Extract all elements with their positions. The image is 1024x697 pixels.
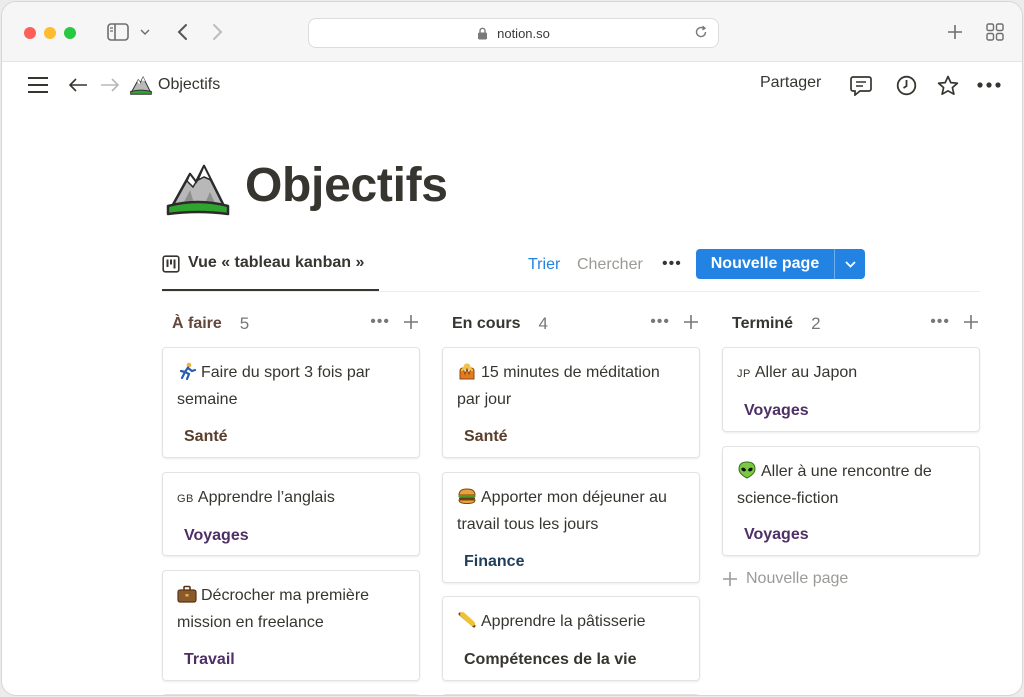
new-tab-icon[interactable] [944, 21, 966, 43]
column-count: 2 [811, 314, 821, 333]
card-title: JP Aller au Japon [737, 364, 858, 381]
column-new-page-button[interactable]: Nouvelle page [722, 570, 848, 588]
hamburger-menu-icon[interactable] [26, 74, 50, 96]
board-card[interactable]: Décrocher ma première mission en freelan… [162, 570, 420, 681]
board-view-icon [162, 255, 180, 273]
card-tag: Voyages [744, 526, 809, 543]
tab-overview-icon[interactable] [984, 21, 1006, 43]
address-bar[interactable]: notion.so [308, 18, 719, 48]
new-page-button[interactable]: Nouvelle page [696, 249, 865, 279]
column-title[interactable]: Terminé [732, 315, 793, 333]
card-tag: Santé [184, 428, 228, 445]
plus-icon [723, 572, 737, 586]
database-view-bar: Vue « tableau kanban » Trier Chercher ••… [162, 246, 980, 292]
column-count: 4 [538, 314, 548, 333]
card-title: Aller à une rencontre de science-fiction [737, 461, 932, 507]
flag-gb-icon: GB [177, 493, 194, 505]
sidebar-toggle-icon[interactable] [106, 22, 130, 42]
share-button[interactable]: Partager [760, 74, 821, 96]
notion-topbar: Objectifs Partager [2, 62, 1022, 108]
comment-icon[interactable] [848, 72, 874, 98]
browser-back-icon[interactable] [172, 20, 192, 44]
praying-person-icon [459, 363, 475, 380]
card-title: Faire du sport 3 fois par semaine [177, 362, 370, 408]
column-title[interactable]: À faire [172, 315, 222, 333]
close-window-button[interactable] [24, 27, 36, 39]
card-tag: Santé [464, 428, 508, 445]
card-title: GB Apprendre l’anglais [177, 489, 335, 506]
zoom-window-button[interactable] [64, 27, 76, 39]
view-more-options[interactable]: ••• [662, 255, 682, 273]
card-title: Apprendre la pâtisserie [457, 608, 687, 635]
add-card-icon[interactable] [962, 313, 980, 331]
rolling-pin-icon [458, 612, 476, 628]
mountain-icon[interactable] [166, 160, 230, 218]
flag-jp-icon: JP [737, 368, 751, 380]
add-card-icon[interactable] [402, 313, 420, 331]
column-actions: ••• [930, 313, 980, 331]
add-card-icon[interactable] [682, 313, 700, 331]
column-header: À faire 5 ••• [162, 308, 420, 340]
board-card[interactable]: JP Aller au Japon Voyages [722, 347, 980, 432]
column-count: 5 [239, 314, 250, 333]
column-actions: ••• [650, 313, 700, 331]
chevron-down-icon[interactable] [835, 249, 865, 279]
column-actions: ••• [370, 313, 420, 331]
board-card[interactable] [162, 694, 420, 695]
board-column-in-progress: En cours 4 ••• 15 minutes de méditation … [442, 308, 700, 681]
search-button[interactable]: Chercher [577, 256, 643, 274]
board-column-todo: À faire 5 ••• Faire du sport 3 fois par … [162, 308, 420, 681]
card-tag: Finance [464, 553, 525, 570]
minimize-window-button[interactable] [44, 27, 56, 39]
board-card[interactable]: Apprendre la pâtisserie Compétences de l… [442, 596, 700, 681]
mountain-icon [130, 75, 152, 95]
forward-arrow-icon[interactable] [98, 74, 122, 96]
board-card[interactable]: Aller à une rencontre de science-fiction… [722, 446, 980, 556]
more-options-icon[interactable] [976, 72, 1002, 98]
card-title: 15 minutes de méditation par jour [457, 363, 660, 408]
board-card[interactable]: Faire du sport 3 fois par semaine Santé [162, 347, 420, 458]
breadcrumb[interactable]: Objectifs [130, 73, 220, 97]
board-card[interactable]: Apporter mon déjeuner au travail tous le… [442, 472, 700, 583]
column-more-icon[interactable]: ••• [650, 313, 670, 331]
page-title[interactable]: Objectifs [245, 158, 448, 218]
column-title[interactable]: En cours [452, 315, 520, 333]
clock-icon[interactable] [893, 72, 919, 98]
card-tag: Voyages [184, 527, 249, 544]
alien-icon [738, 461, 756, 479]
reload-icon[interactable] [694, 25, 710, 41]
column-header: Terminé 2 ••• [722, 308, 980, 340]
browser-toolbar: notion.so [2, 2, 1022, 62]
card-tag: Voyages [744, 402, 809, 419]
briefcase-icon [177, 585, 197, 603]
board-card[interactable]: GB Apprendre l’anglais Voyages [162, 472, 420, 556]
runner-icon [179, 362, 197, 380]
back-arrow-icon[interactable] [66, 74, 90, 96]
column-header: En cours 4 ••• [442, 308, 700, 340]
browser-forward-icon[interactable] [208, 20, 228, 44]
column-new-page-label: Nouvelle page [746, 570, 849, 587]
tab-kanban-view[interactable]: Vue « tableau kanban » [162, 246, 379, 291]
chevron-down-icon[interactable] [138, 24, 152, 40]
board-card[interactable]: 15 minutes de méditation par jour Santé [442, 347, 700, 458]
browser-window: notion.so Objectifs Partager Objectifs V… [2, 2, 1022, 695]
view-tab-label: Vue « tableau kanban » [188, 254, 365, 271]
url-text: notion.so [497, 25, 550, 41]
card-tag: Travail [184, 651, 235, 668]
sort-button[interactable]: Trier [528, 256, 560, 274]
star-icon[interactable] [935, 72, 961, 98]
board-card[interactable] [442, 694, 700, 695]
breadcrumb-title: Objectifs [158, 76, 221, 93]
card-title: Décrocher ma première mission en freelan… [177, 585, 370, 631]
new-page-button-label[interactable]: Nouvelle page [696, 249, 835, 279]
column-more-icon[interactable]: ••• [930, 313, 950, 331]
burger-icon [458, 488, 476, 505]
lock-icon [477, 26, 491, 40]
board-column-done: Terminé 2 ••• JP Aller au Japon Voyages A… [722, 308, 980, 587]
card-title: Apporter mon déjeuner au travail tous le… [457, 488, 667, 533]
window-controls [24, 27, 76, 39]
column-more-icon[interactable]: ••• [370, 313, 390, 331]
card-tag: Compétences de la vie [464, 651, 637, 668]
